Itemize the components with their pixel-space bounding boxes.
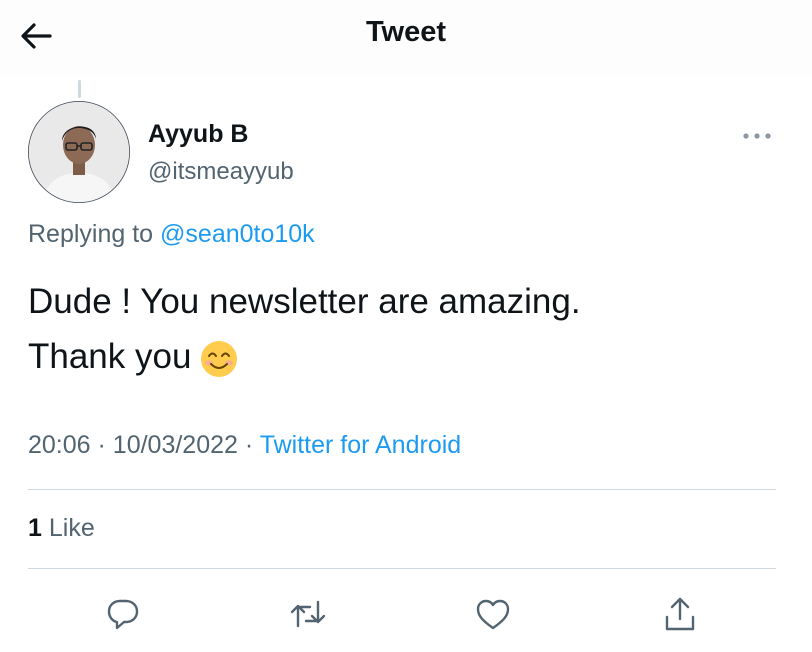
tweet-meta: 20:06 · 10/03/2022 · Twitter for Android	[28, 431, 461, 460]
retweet-button[interactable]	[286, 592, 330, 636]
share-button[interactable]	[658, 592, 702, 636]
meta-separator: ·	[244, 431, 254, 459]
mention-link[interactable]: @sean0to10k	[160, 220, 315, 248]
like-icon	[476, 599, 510, 630]
author-name[interactable]: Ayyub B	[148, 120, 248, 149]
likes-count[interactable]: 1 Like	[28, 514, 95, 543]
tweet-text: Dude ! You newsletter are amazing. Thank…	[28, 274, 788, 384]
reply-icon	[107, 599, 139, 630]
like-button[interactable]	[471, 592, 515, 636]
like-count-label: Like	[48, 514, 95, 542]
like-count-number: 1	[28, 514, 42, 542]
divider	[28, 489, 776, 490]
author-handle[interactable]: @itsmeayyub	[148, 158, 294, 186]
meta-separator: ·	[97, 431, 106, 459]
page-title: Tweet	[365, 16, 447, 48]
more-options-button[interactable]	[738, 124, 776, 148]
tweet-text-line-1: Dude ! You newsletter are amazing.	[28, 282, 581, 321]
avatar[interactable]	[28, 101, 130, 203]
share-icon	[665, 597, 695, 631]
smiling-face-icon	[201, 340, 238, 377]
top-bar: Tweet	[0, 0, 812, 76]
tweet-time: 20:06	[28, 431, 91, 459]
more-horizontal-icon	[743, 133, 771, 139]
replying-to-prefix: Replying to	[28, 220, 154, 248]
tweet-source-link[interactable]: Twitter for Android	[260, 431, 461, 459]
retweet-icon	[290, 600, 326, 628]
reply-button[interactable]	[101, 592, 145, 636]
replying-to: Replying to @sean0to10k	[28, 220, 315, 249]
tweet-text-line-2-content: Thank you	[28, 337, 192, 376]
thread-connector-line	[78, 80, 81, 98]
tweet-text-line-2: Thank you	[28, 329, 788, 384]
divider	[28, 568, 776, 569]
tweet-date: 10/03/2022	[112, 431, 238, 459]
profile-photo	[28, 101, 130, 203]
